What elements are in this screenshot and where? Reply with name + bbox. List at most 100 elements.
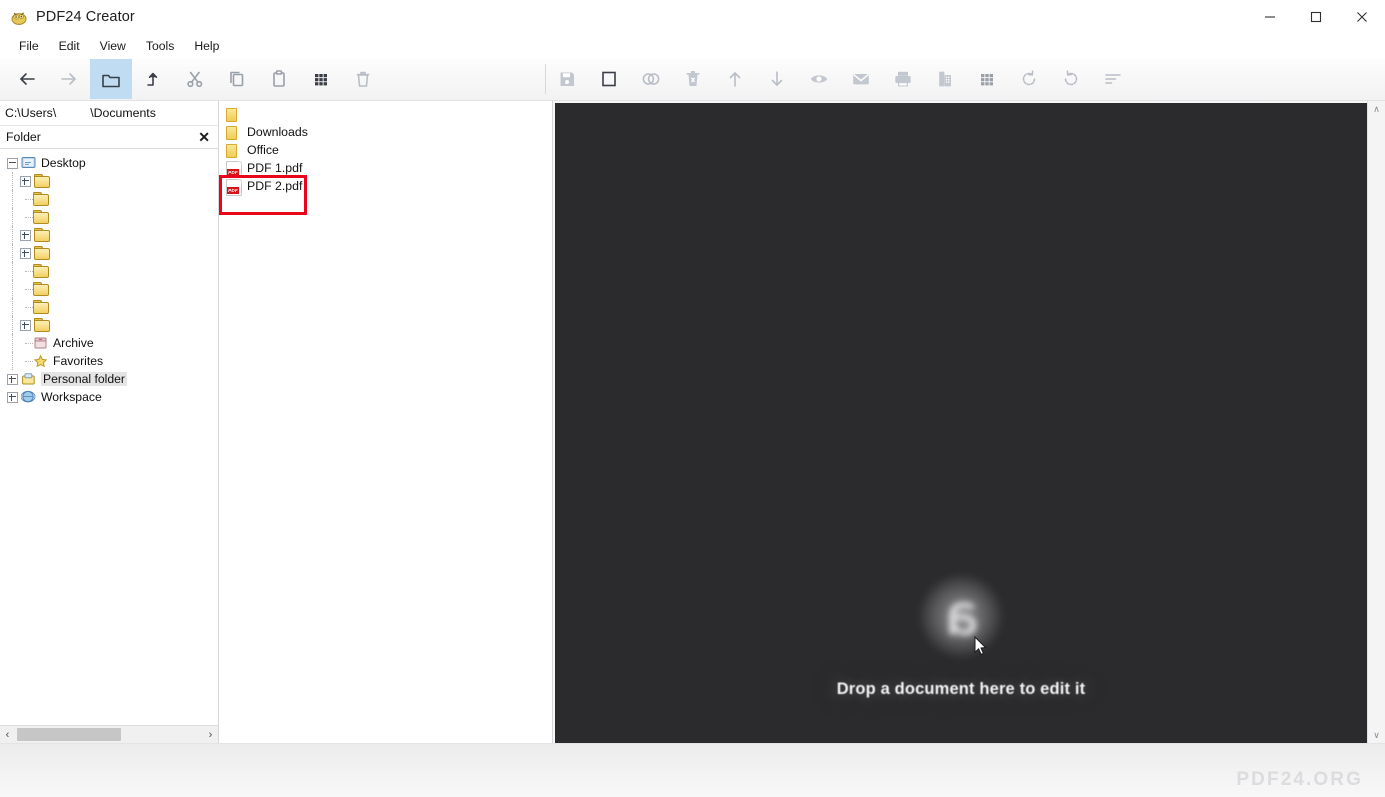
scroll-thumb[interactable] xyxy=(17,728,121,741)
folder-icon xyxy=(33,263,49,279)
logo-glyph: a xyxy=(944,583,980,648)
maximize-button[interactable] xyxy=(1293,0,1339,34)
pdf-file-icon: PDF xyxy=(226,160,242,178)
menu-file[interactable]: File xyxy=(9,37,49,55)
email-button[interactable] xyxy=(840,59,882,99)
grid-view-button[interactable] xyxy=(300,59,342,99)
tree-item-folder[interactable] xyxy=(0,280,218,298)
merge-button[interactable] xyxy=(630,59,672,99)
scroll-right-icon[interactable]: › xyxy=(203,729,218,741)
expander-plus-icon[interactable] xyxy=(20,247,31,259)
forward-button[interactable] xyxy=(48,59,90,99)
move-up-button[interactable] xyxy=(714,59,756,99)
list-item[interactable] xyxy=(219,105,552,123)
expander-plus-icon[interactable] xyxy=(7,373,18,385)
list-item[interactable]: Downloads xyxy=(219,123,552,141)
tree-label: Personal folder xyxy=(41,372,127,386)
folder-button[interactable] xyxy=(90,59,132,99)
window-controls xyxy=(1247,0,1385,34)
folder-icon xyxy=(33,281,49,297)
tree-item-folder[interactable] xyxy=(0,244,218,262)
title-bar: PDF24 Creator xyxy=(0,0,1385,34)
page-grid-button[interactable] xyxy=(966,59,1008,99)
delete-button[interactable] xyxy=(342,59,384,99)
tree-item-folder[interactable] xyxy=(0,298,218,316)
tree-item-folder[interactable] xyxy=(0,172,218,190)
tree-item-folder[interactable] xyxy=(0,190,218,208)
rotate-right-button[interactable] xyxy=(1050,59,1092,99)
expander-plus-icon[interactable] xyxy=(7,391,18,403)
tree-item-archive[interactable]: Archive xyxy=(0,334,218,352)
menu-view[interactable]: View xyxy=(90,37,136,55)
delete-page-button[interactable] xyxy=(672,59,714,99)
scroll-track[interactable] xyxy=(15,727,203,742)
drop-zone[interactable]: a Drop a document here to edit it xyxy=(555,103,1367,748)
close-icon[interactable]: ✕ xyxy=(196,130,212,144)
list-item[interactable]: PDF PDF 1.pdf xyxy=(219,159,552,178)
personal-folder-icon xyxy=(21,372,37,387)
tree-label: Desktop xyxy=(41,156,86,170)
tree-guide xyxy=(7,262,20,280)
preview-eye-icon xyxy=(808,68,830,90)
close-button[interactable] xyxy=(1339,0,1385,34)
editor-vertical-scrollbar[interactable]: ∧ ∨ xyxy=(1367,101,1385,743)
mouse-cursor-icon xyxy=(974,635,987,656)
scroll-left-icon[interactable]: ‹ xyxy=(0,729,15,741)
save-button[interactable] xyxy=(546,59,588,99)
copy-button[interactable] xyxy=(216,59,258,99)
window-title: PDF24 Creator xyxy=(36,9,135,25)
move-down-button[interactable] xyxy=(756,59,798,99)
document-editor-panel[interactable]: a Drop a document here to edit it ∧ ∨ xyxy=(553,101,1385,748)
up-arrow-icon xyxy=(142,68,164,90)
up-level-button[interactable] xyxy=(132,59,174,99)
folder-tree-horizontal-scrollbar[interactable]: ‹ › xyxy=(0,725,218,743)
file-name: PDF 2.pdf xyxy=(247,179,303,193)
folder-panel-title: Folder xyxy=(6,130,41,144)
menu-help[interactable]: Help xyxy=(184,37,229,55)
expander-plus-icon[interactable] xyxy=(20,319,31,331)
folder-icon xyxy=(100,68,122,90)
list-item[interactable]: PDF PDF 2.pdf xyxy=(219,177,552,196)
tree-item-favorites[interactable]: Favorites xyxy=(0,352,218,370)
preview-button[interactable] xyxy=(798,59,840,99)
rotate-left-button[interactable] xyxy=(1008,59,1050,99)
select-all-button[interactable] xyxy=(588,59,630,99)
sort-button[interactable] xyxy=(1092,59,1134,99)
back-button[interactable] xyxy=(6,59,48,99)
file-name: PDF 1.pdf xyxy=(247,161,303,175)
expander-minus-icon[interactable] xyxy=(7,157,18,169)
toolbar xyxy=(0,58,1385,101)
back-arrow-icon xyxy=(16,68,38,90)
folder-tree[interactable]: Desktop Archive Favorites Personal folde… xyxy=(0,149,218,725)
file-list-panel[interactable]: Downloads Office PDF PDF 1.pdf PDF PDF 2… xyxy=(219,101,553,743)
expander-plus-icon[interactable] xyxy=(20,175,31,187)
scroll-down-icon[interactable]: ∨ xyxy=(1368,727,1385,743)
expander-plus-icon[interactable] xyxy=(20,229,31,241)
print-button[interactable] xyxy=(882,59,924,99)
sort-icon xyxy=(1102,68,1124,90)
path-bar[interactable]: C:\Users\ \Documents xyxy=(0,101,218,126)
list-item[interactable]: Office xyxy=(219,141,552,159)
cut-button[interactable] xyxy=(174,59,216,99)
pdf24-glow-logo-icon: a xyxy=(913,568,1009,664)
tree-item-folder[interactable] xyxy=(0,226,218,244)
scroll-up-icon[interactable]: ∧ xyxy=(1368,101,1385,117)
minimize-button[interactable] xyxy=(1247,0,1293,34)
fax-button[interactable] xyxy=(924,59,966,99)
move-down-icon xyxy=(766,68,788,90)
folder-icon xyxy=(226,107,242,122)
folder-icon xyxy=(226,125,242,140)
tree-item-desktop[interactable]: Desktop xyxy=(0,154,218,172)
tree-item-folder[interactable] xyxy=(0,316,218,334)
merge-circles-icon xyxy=(640,68,662,90)
tree-item-folder[interactable] xyxy=(0,208,218,226)
paste-button[interactable] xyxy=(258,59,300,99)
tree-item-workspace[interactable]: Workspace xyxy=(0,388,218,406)
menu-tools[interactable]: Tools xyxy=(136,37,184,55)
tree-item-folder[interactable] xyxy=(0,262,218,280)
tree-item-personal-folder[interactable]: Personal folder xyxy=(0,370,218,388)
menu-edit[interactable]: Edit xyxy=(49,37,90,55)
copy-icon xyxy=(226,68,248,90)
star-icon xyxy=(33,354,49,369)
